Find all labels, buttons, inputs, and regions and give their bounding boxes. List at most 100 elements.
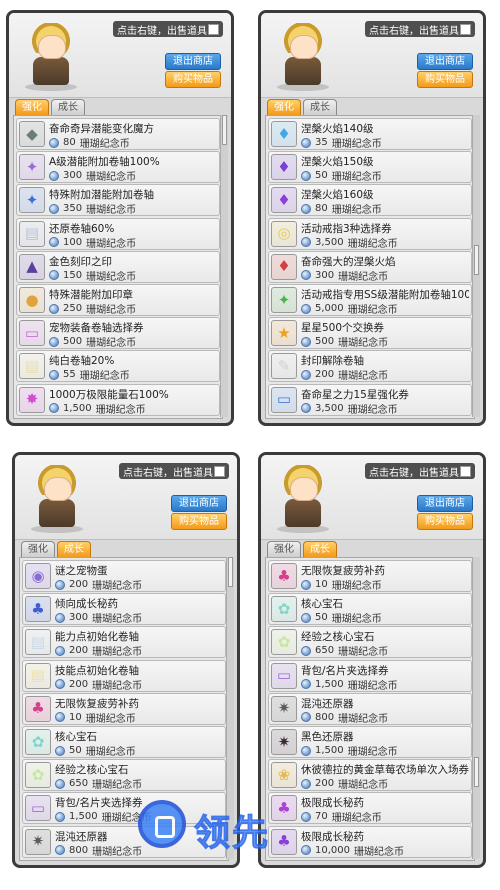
currency-label: 珊瑚纪念币 <box>92 680 143 692</box>
coin-icon <box>49 237 59 248</box>
scrollbar-thumb[interactable] <box>474 245 479 275</box>
list-item[interactable]: ◎ 活动戒指3种选择券 3,500 珊瑚纪念币 <box>268 217 472 250</box>
item-name: 经验之核心宝石 <box>55 764 129 777</box>
coin-icon <box>49 303 59 314</box>
list-item[interactable]: ♣ 极限成长秘药 70 珊瑚纪念币 <box>268 792 472 825</box>
coin-icon <box>301 170 311 181</box>
list-item[interactable]: ● 特殊潜能附加印章 250 珊瑚纪念币 <box>16 284 220 316</box>
exit-shop-button[interactable]: 退出商店 <box>417 495 473 512</box>
list-item[interactable]: ♦ 涅槃火焰160级 80 珊瑚纪念币 <box>268 184 472 217</box>
item-price: 500 珊瑚纪念币 <box>49 334 136 349</box>
item-glyph: ▲ <box>26 257 38 276</box>
list-item[interactable]: ✦ A级潜能附加卷轴100% 300 珊瑚纪念币 <box>16 151 220 184</box>
scrollbar-thumb[interactable] <box>474 757 479 787</box>
item-price: 200 珊瑚纪念币 <box>55 677 142 692</box>
list-item[interactable]: ✷ 黑色还原器 1,500 珊瑚纪念币 <box>268 726 472 758</box>
sell-hint-checkbox[interactable] <box>460 465 471 477</box>
tab-growth[interactable]: 成长 <box>303 541 337 557</box>
scrollbar[interactable] <box>220 115 228 417</box>
list-item[interactable]: ♣ 极限成长秘药 10,000 珊瑚纪念币 <box>268 825 472 858</box>
buy-items-button[interactable]: 购买物品 <box>171 513 227 530</box>
scrollbar[interactable] <box>226 557 234 859</box>
item-price: 500 珊瑚纪念币 <box>301 334 388 349</box>
list-item[interactable]: ♣ 无限恢复疲劳补药 10 珊瑚纪念币 <box>268 560 472 592</box>
sell-hint-checkbox[interactable] <box>214 465 225 477</box>
exit-shop-button[interactable]: 退出商店 <box>165 53 221 70</box>
list-item[interactable]: ✦ 特殊附加潜能附加卷轴 350 珊瑚纪念币 <box>16 184 220 217</box>
coin-icon <box>301 403 311 414</box>
price-value: 35 <box>315 137 328 148</box>
scrollbar[interactable] <box>472 557 480 859</box>
npc-avatar <box>21 21 83 91</box>
sell-hint-checkbox[interactable] <box>460 23 471 35</box>
list-item[interactable]: ♦ 涅槃火焰150级 50 珊瑚纪念币 <box>268 151 472 184</box>
price-value: 200 <box>315 369 335 381</box>
gem-icon: ✿ <box>271 596 297 623</box>
item-glyph: ♣ <box>31 699 45 718</box>
list-item[interactable]: ✿ 核心宝石 50 珊瑚纪念币 <box>268 593 472 626</box>
list-item[interactable]: ▤ 能力点初始化卷轴 200 珊瑚纪念币 <box>22 626 226 659</box>
list-item[interactable]: ▤ 还原卷轴60% 100 珊瑚纪念币 <box>16 217 220 250</box>
list-item[interactable]: ✿ 经验之核心宝石 650 珊瑚纪念币 <box>22 759 226 792</box>
buy-items-button[interactable]: 购买物品 <box>417 513 473 530</box>
tab-growth[interactable]: 成长 <box>303 99 337 115</box>
tab-growth[interactable]: 成长 <box>51 99 85 115</box>
coin-icon <box>301 579 311 590</box>
tab-growth[interactable]: 成长 <box>57 541 91 557</box>
list-item[interactable]: ✷ 混沌还原器 800 珊瑚纪念币 <box>268 692 472 725</box>
potion-icon: ♣ <box>25 695 51 722</box>
list-item[interactable]: ❀ 休彼德拉的黄金草莓农场单次入场券 200 珊瑚纪念币 <box>268 759 472 792</box>
list-item[interactable]: ✦ 活动戒指专用SS级潜能附加卷轴100% 5,000 珊瑚纪念币 <box>268 284 472 316</box>
scrollbar-thumb[interactable] <box>228 557 233 587</box>
price-value: 10 <box>315 579 328 590</box>
list-item[interactable]: ✸ 1000万极限能量石100% 1,500 珊瑚纪念币 <box>16 383 220 416</box>
list-item[interactable]: ♦ 奋命强大的涅槃火焰 300 珊瑚纪念币 <box>268 250 472 283</box>
list-item[interactable]: ▤ 技能点初始化卷轴 200 珊瑚纪念币 <box>22 659 226 692</box>
item-name: 涅槃火焰160级 <box>301 189 374 202</box>
item-glyph: ▭ <box>30 798 46 817</box>
list-item[interactable]: ✿ 核心宝石 50 珊瑚纪念币 <box>22 726 226 758</box>
coin-icon <box>55 811 65 822</box>
item-price: 300 珊瑚纪念币 <box>49 168 136 183</box>
sell-hint: 点击右键，出售道具 <box>365 21 475 37</box>
price-value: 200 <box>315 778 335 790</box>
tab-enhance[interactable]: 强化 <box>21 541 55 557</box>
exit-shop-button[interactable]: 退出商店 <box>417 53 473 70</box>
tab-enhance[interactable]: 强化 <box>267 541 301 557</box>
list-item[interactable]: ▭ 奋命星之力15星强化券 3,500 珊瑚纪念币 <box>268 383 472 416</box>
list-item[interactable]: ✎ 封印解除卷轴 200 珊瑚纪念币 <box>268 350 472 383</box>
currency-label: 珊瑚纪念币 <box>101 813 152 825</box>
price-value: 3,500 <box>315 402 344 414</box>
list-item[interactable]: ◉ 谜之宠物蛋 200 珊瑚纪念币 <box>22 560 226 592</box>
tab-enhance[interactable]: 强化 <box>267 99 301 115</box>
item-glyph: ✦ <box>25 157 39 176</box>
currency-label: 珊瑚纪念币 <box>79 139 130 150</box>
list-item[interactable]: ▤ 纯白卷轴20% 55 珊瑚纪念币 <box>16 350 220 383</box>
list-item[interactable]: ♦ 涅槃火焰140级 35 珊瑚纪念币 <box>268 118 472 150</box>
list-item[interactable]: ✿ 经验之核心宝石 650 珊瑚纪念币 <box>268 626 472 659</box>
price-value: 5,000 <box>315 303 344 314</box>
coin-icon <box>301 203 311 214</box>
sell-hint-checkbox[interactable] <box>208 23 219 35</box>
exit-shop-button[interactable]: 退出商店 <box>171 495 227 512</box>
buy-items-button[interactable]: 购买物品 <box>417 71 473 88</box>
price-value: 50 <box>69 745 82 756</box>
list-item[interactable]: ◆ 奋命奇异潜能变化魔方 80 珊瑚纪念币 <box>16 118 220 150</box>
price-value: 55 <box>63 369 76 381</box>
list-item[interactable]: ▭ 背包/名片夹选择券 1,500 珊瑚纪念币 <box>268 659 472 692</box>
tab-enhance[interactable]: 强化 <box>15 99 49 115</box>
price-value: 80 <box>315 203 328 215</box>
buy-items-button[interactable]: 购买物品 <box>165 71 221 88</box>
list-item[interactable]: ♣ 无限恢复疲劳补药 10 珊瑚纪念币 <box>22 692 226 725</box>
list-item[interactable]: ▭ 宠物装备卷轴选择券 500 珊瑚纪念币 <box>16 317 220 350</box>
price-value: 50 <box>315 612 328 624</box>
list-item[interactable]: ▲ 金色刻印之印 150 珊瑚纪念币 <box>16 250 220 283</box>
list-item[interactable]: ✷ 混沌还原器 800 珊瑚纪念币 <box>22 825 226 858</box>
item-name: 能力点初始化卷轴 <box>55 631 139 644</box>
item-name: 奋命奇异潜能变化魔方 <box>49 123 154 135</box>
scrollbar-thumb[interactable] <box>222 115 227 145</box>
list-item[interactable]: ▭ 背包/名片夹选择券 1,500 珊瑚纪念币 <box>22 792 226 825</box>
list-item[interactable]: ♣ 倾向成长秘药 300 珊瑚纪念币 <box>22 593 226 626</box>
list-item[interactable]: ★ 星星500个交换券 500 珊瑚纪念币 <box>268 317 472 350</box>
scrollbar[interactable] <box>472 115 480 417</box>
